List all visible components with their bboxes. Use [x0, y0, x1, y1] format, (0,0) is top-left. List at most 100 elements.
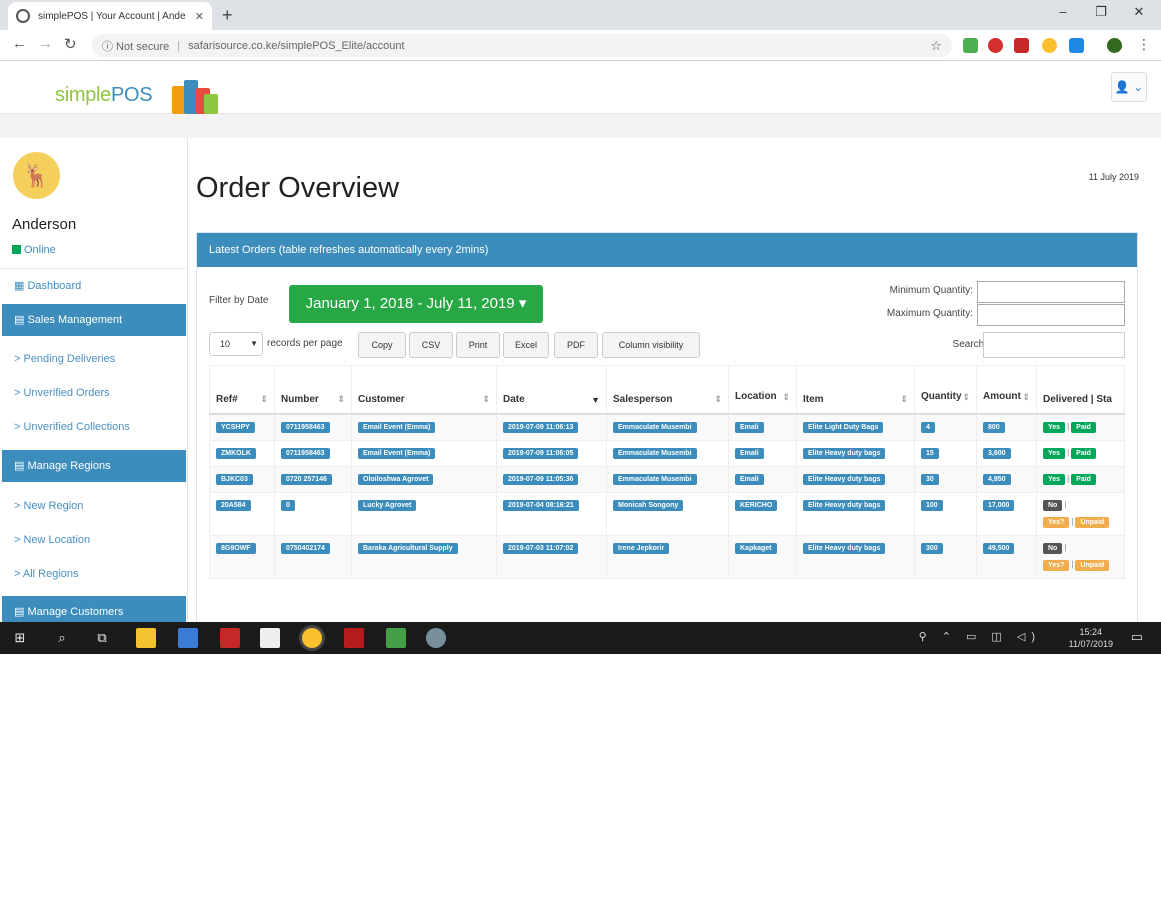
- system-tray-icons[interactable]: ⚲ ⌃ ▭ ◫ ◁): [919, 630, 1041, 643]
- status-badge[interactable]: Paid: [1071, 447, 1096, 459]
- tab-close-icon[interactable]: ✕: [195, 10, 204, 23]
- status-group: Yes? | Unpaid: [1043, 559, 1118, 571]
- extension-gift-icon[interactable]: [1014, 38, 1029, 53]
- column-visibility-button[interactable]: Column visibility: [602, 332, 700, 358]
- payment-badge[interactable]: Unpaid: [1075, 559, 1110, 571]
- payment-badge[interactable]: Unpaid: [1075, 516, 1110, 528]
- app-icon[interactable]: [426, 628, 446, 648]
- column-header-delivered-status[interactable]: Delivered | Sta: [1036, 365, 1125, 415]
- sort-icon: ⇕: [337, 393, 345, 404]
- chrome-icon[interactable]: [302, 628, 322, 648]
- date-range-picker-button[interactable]: January 1, 2018 - July 11, 2019 ▾: [289, 285, 543, 323]
- extension-chrome-icon[interactable]: [1042, 38, 1057, 53]
- sort-icon: ⇕: [714, 393, 722, 404]
- browser-tab[interactable]: simplePOS | Your Account | Ande ✕: [8, 2, 212, 30]
- column-header-ref[interactable]: Ref# ⇕: [209, 365, 275, 415]
- item-label: Elite Heavy duty bags: [803, 473, 886, 485]
- reload-button[interactable]: ↻: [64, 35, 77, 53]
- minimum-quantity-input[interactable]: [977, 281, 1125, 303]
- column-header-quantity[interactable]: Quantity ⇕: [914, 365, 977, 415]
- mail-icon[interactable]: [260, 628, 280, 648]
- table-row[interactable]: BJKC03 0720 257146 Oloiloshwa Agrovet 20…: [209, 465, 1125, 493]
- sidebar-item-new-region[interactable]: > New Region: [14, 500, 83, 512]
- delivered-badge[interactable]: Yes: [1043, 473, 1066, 485]
- print-button[interactable]: Print: [456, 332, 500, 358]
- page-size-select[interactable]: 10 ▼: [209, 332, 263, 356]
- status-badge[interactable]: Yes?: [1043, 559, 1070, 571]
- spreadsheet-icon[interactable]: [386, 628, 406, 648]
- browser-tab-bar: simplePOS | Your Account | Ande ✕ + – ❐ …: [0, 0, 1161, 30]
- pdf-button[interactable]: PDF: [554, 332, 598, 358]
- user-menu-button[interactable]: 👤 ⌄: [1111, 72, 1147, 102]
- extension-translate-icon[interactable]: [963, 38, 978, 53]
- table-row[interactable]: ZMKOLK 0711958463 Email Event (Emma) 201…: [209, 439, 1125, 467]
- search-icon[interactable]: ⌕: [52, 628, 72, 648]
- extension-stop-icon[interactable]: [988, 38, 1003, 53]
- windows-taskbar: ⊞ ⌕ ⧉ ⚲ ⌃ ▭ ◫ ◁) 15:24 11/07/2019 ▭: [0, 622, 1161, 654]
- window-close-button[interactable]: ✕: [1129, 4, 1149, 20]
- status-badge[interactable]: Paid: [1071, 421, 1096, 433]
- start-button[interactable]: ⊞: [10, 628, 30, 648]
- back-button[interactable]: ←: [12, 35, 27, 52]
- column-header-date[interactable]: Date ▼: [496, 365, 607, 415]
- column-header-amount[interactable]: Amount ⇕: [976, 365, 1037, 415]
- app-logo[interactable]: simplePOS: [55, 84, 153, 107]
- ref-label: 8G9OWF: [216, 542, 256, 554]
- browser-menu-icon[interactable]: ⋮: [1137, 36, 1151, 53]
- status-badge[interactable]: Paid: [1071, 473, 1096, 485]
- delivered-badge[interactable]: No: [1043, 499, 1063, 511]
- bookmark-star-icon[interactable]: ☆: [930, 38, 942, 54]
- column-header-salesperson[interactable]: Salesperson ⇕: [606, 365, 729, 415]
- quantity-label: 30: [921, 473, 939, 485]
- screen: simplePOS | Your Account | Ande ✕ + – ❐ …: [0, 0, 1161, 654]
- sidebar-item-all-regions[interactable]: > All Regions: [14, 568, 79, 580]
- tab-title: simplePOS | Your Account | Ande: [38, 10, 186, 22]
- minimize-button[interactable]: –: [1053, 4, 1073, 19]
- notifications-icon[interactable]: ▭: [1131, 629, 1143, 645]
- copy-button[interactable]: Copy: [358, 332, 406, 358]
- address-bar[interactable]: ⓘ Not secure | safarisource.co.ke/simple…: [92, 34, 952, 57]
- search-input[interactable]: [983, 332, 1125, 358]
- clock[interactable]: 15:24 11/07/2019: [1069, 626, 1113, 650]
- delivered-badge[interactable]: Yes: [1043, 421, 1066, 433]
- amount-label: 17,000: [983, 499, 1015, 511]
- column-header-location[interactable]: Location ⇕: [728, 365, 797, 415]
- status-badge[interactable]: Yes?: [1043, 516, 1070, 528]
- item-label: Elite Heavy duty bags: [803, 542, 886, 554]
- maximum-quantity-input[interactable]: [977, 304, 1125, 326]
- table-row[interactable]: YCSHPY 0711958463 Email Event (Emma) 201…: [209, 413, 1125, 441]
- csv-button[interactable]: CSV: [409, 332, 453, 358]
- excel-button[interactable]: Excel: [503, 332, 549, 358]
- delivered-badge[interactable]: No: [1043, 542, 1063, 554]
- sidebar-section-manage-customers[interactable]: ▤ Manage Customers: [2, 596, 186, 622]
- column-header-customer[interactable]: Customer ⇕: [351, 365, 497, 415]
- delivered-badge[interactable]: Yes: [1043, 447, 1066, 459]
- store-icon[interactable]: [178, 628, 198, 648]
- filezilla-icon[interactable]: [344, 628, 364, 648]
- salesperson-label: Emmaculate Musembi: [613, 473, 697, 485]
- table-row[interactable]: 20A584 0 Lucky Agrovet 2019-07-04 08:16:…: [209, 491, 1125, 536]
- forward-button[interactable]: →: [38, 35, 53, 52]
- column-header-item[interactable]: Item ⇕: [796, 365, 915, 415]
- sidebar-item-pending-deliveries[interactable]: > Pending Deliveries: [14, 353, 115, 365]
- extension-s-icon[interactable]: [1069, 38, 1084, 53]
- restore-button[interactable]: ❐: [1091, 4, 1111, 20]
- column-header-number[interactable]: Number ⇕: [274, 365, 352, 415]
- file-explorer-icon[interactable]: [136, 628, 156, 648]
- separator: |: [1071, 559, 1074, 569]
- sidebar-item-unverified-orders[interactable]: > Unverified Orders: [14, 387, 110, 399]
- sidebar-section-sales-management[interactable]: ▤ Sales Management: [2, 304, 186, 336]
- table-row[interactable]: 8G9OWF 0750402174 Baraka Agricultural Su…: [209, 534, 1125, 579]
- sidebar-item-new-location[interactable]: > New Location: [14, 534, 90, 546]
- separator: |: [1064, 542, 1067, 552]
- sidebar-item-unverified-collections[interactable]: > Unverified Collections: [14, 421, 130, 433]
- security-indicator[interactable]: ⓘ Not secure: [102, 38, 169, 54]
- profile-avatar-icon[interactable]: [1107, 38, 1122, 53]
- ref-label: YCSHPY: [216, 421, 255, 433]
- sidebar-section-manage-regions[interactable]: ▤ Manage Regions: [2, 450, 186, 482]
- column-header-label: Amount: [983, 390, 1021, 402]
- gift-app-icon[interactable]: [220, 628, 240, 648]
- sidebar-item-dashboard[interactable]: ▦ Dashboard: [14, 279, 81, 292]
- new-tab-button[interactable]: +: [222, 5, 233, 26]
- task-view-icon[interactable]: ⧉: [92, 628, 112, 648]
